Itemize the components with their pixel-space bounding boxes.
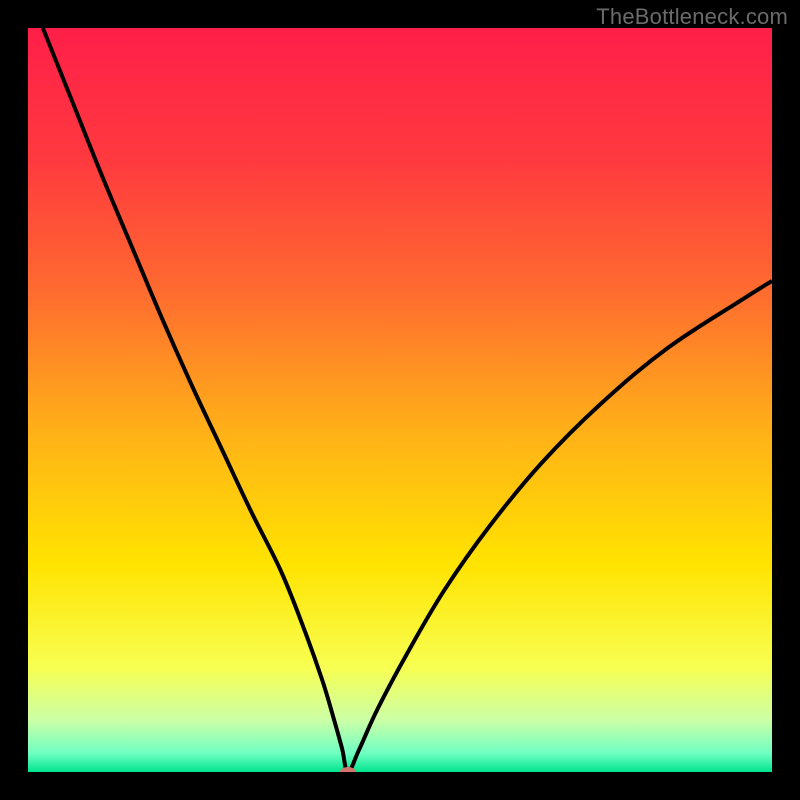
chart-svg xyxy=(0,0,800,800)
watermark-text: TheBottleneck.com xyxy=(596,4,788,30)
chart-container: TheBottleneck.com xyxy=(0,0,800,800)
gradient-background xyxy=(28,28,772,772)
plot-area xyxy=(28,28,772,777)
